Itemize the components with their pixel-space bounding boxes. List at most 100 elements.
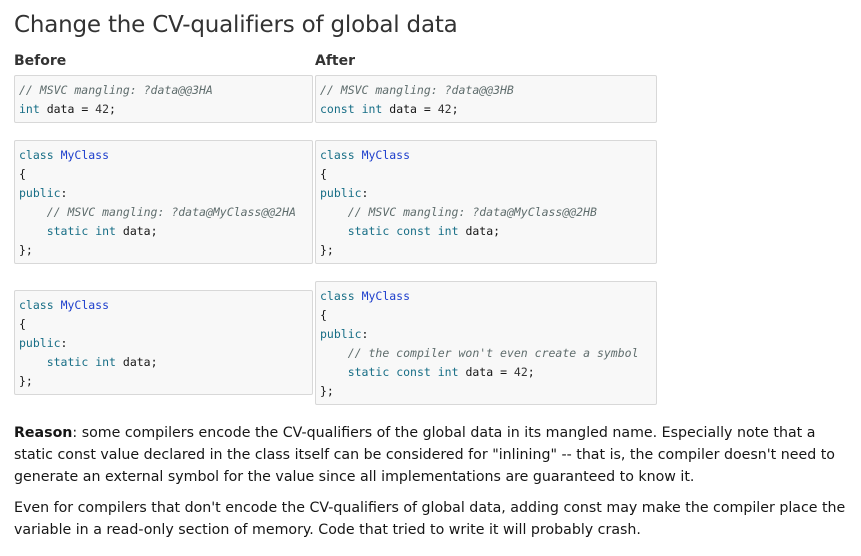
code-token: MyClass bbox=[60, 148, 110, 162]
code-token: }; bbox=[320, 243, 334, 257]
code-line: class MyClass bbox=[19, 296, 308, 315]
code-line: public: bbox=[19, 334, 308, 353]
code-line: { bbox=[19, 315, 308, 334]
code-line: class MyClass bbox=[320, 287, 652, 306]
code-token: { bbox=[320, 167, 327, 181]
code-block-class-inline-after: class MyClass { public: // the compiler wo… bbox=[315, 281, 657, 405]
code-block-class-inline-before: class MyClass { public: static int data;}; bbox=[14, 290, 313, 395]
code-block-class-static-after: class MyClass { public: // MSVC mangling: … bbox=[315, 140, 657, 264]
code-token: // MSVC mangling: ?data@MyClass@@2HB bbox=[347, 205, 597, 219]
code-token: data; bbox=[115, 355, 158, 369]
code-token: data; bbox=[115, 224, 158, 238]
after-column-heading: After bbox=[315, 53, 356, 69]
code-token: class bbox=[19, 148, 54, 162]
code-token: : bbox=[361, 186, 369, 200]
reason-paragraph: Reason: some compilers encode the CV-qua… bbox=[14, 422, 849, 488]
code-token: : bbox=[60, 336, 68, 350]
code-token: static bbox=[46, 355, 89, 369]
reason-text: : some compilers encode the CV-qualifier… bbox=[14, 425, 835, 485]
code-token: int bbox=[19, 102, 40, 116]
code-line: class MyClass bbox=[320, 146, 652, 165]
code-line: public: bbox=[320, 325, 652, 344]
page-title: Change the CV-qualifiers of global data bbox=[14, 12, 458, 38]
reason-label: Reason bbox=[14, 425, 73, 441]
code-line: }; bbox=[19, 372, 308, 391]
code-block-class-static-before: class MyClass { public: // MSVC mangling: … bbox=[14, 140, 313, 264]
code-token: ; bbox=[451, 102, 459, 116]
code-token: class bbox=[320, 289, 355, 303]
code-line: // the compiler won't even create a symb… bbox=[320, 344, 652, 363]
code-line: const int data = 42; bbox=[320, 100, 652, 119]
code-line: int data = 42; bbox=[19, 100, 308, 119]
code-block-global-before: // MSVC mangling: ?data@@3HA int data = 4… bbox=[14, 75, 313, 123]
code-token: const bbox=[396, 365, 431, 379]
code-line: static const int data = 42; bbox=[320, 363, 652, 382]
code-token: ; bbox=[527, 365, 535, 379]
code-token: { bbox=[320, 308, 327, 322]
code-token: }; bbox=[320, 384, 334, 398]
before-column-heading: Before bbox=[14, 53, 67, 69]
code-token: }; bbox=[19, 374, 33, 388]
code-token: // the compiler won't even create a symb… bbox=[347, 346, 639, 360]
code-token: // MSVC mangling: ?data@@3HA bbox=[19, 83, 213, 97]
code-line: static int data; bbox=[19, 353, 308, 372]
code-block-global-after: // MSVC mangling: ?data@@3HB const int da… bbox=[315, 75, 657, 123]
code-line: }; bbox=[320, 241, 652, 260]
code-line: class MyClass bbox=[19, 146, 308, 165]
code-line: // MSVC mangling: ?data@MyClass@@2HA bbox=[19, 203, 308, 222]
code-token: MyClass bbox=[361, 148, 411, 162]
code-token: : bbox=[361, 327, 369, 341]
code-token: static bbox=[347, 365, 390, 379]
code-line: { bbox=[19, 165, 308, 184]
code-line: public: bbox=[19, 184, 308, 203]
code-line: }; bbox=[320, 382, 652, 401]
code-token: data; bbox=[458, 224, 501, 238]
code-line: // MSVC mangling: ?data@@3HB bbox=[320, 81, 652, 100]
code-token: { bbox=[19, 167, 26, 181]
code-token: // MSVC mangling: ?data@MyClass@@2HA bbox=[46, 205, 296, 219]
code-token: : bbox=[60, 186, 68, 200]
code-token: data = bbox=[458, 365, 514, 379]
code-line: { bbox=[320, 306, 652, 325]
code-token: { bbox=[19, 317, 26, 331]
code-line: public: bbox=[320, 184, 652, 203]
code-line: }; bbox=[19, 241, 308, 260]
code-token: ; bbox=[109, 102, 116, 116]
code-token: 42 bbox=[437, 102, 452, 116]
code-token: public bbox=[320, 186, 362, 200]
code-token: 42 bbox=[513, 365, 528, 379]
code-token: }; bbox=[19, 243, 33, 257]
code-token: MyClass bbox=[60, 298, 110, 312]
code-token: class bbox=[19, 298, 54, 312]
code-token: MyClass bbox=[361, 289, 411, 303]
code-token: int bbox=[361, 102, 383, 116]
note-paragraph: Even for compilers that don't encode the… bbox=[14, 500, 846, 538]
code-token: public bbox=[19, 336, 61, 350]
code-token: static bbox=[347, 224, 390, 238]
code-token: const bbox=[396, 224, 431, 238]
code-token: int bbox=[437, 224, 459, 238]
code-line: { bbox=[320, 165, 652, 184]
code-token: 42 bbox=[95, 102, 110, 116]
code-token: int bbox=[437, 365, 459, 379]
code-token: const bbox=[320, 102, 355, 116]
code-token: public bbox=[19, 186, 61, 200]
code-token: public bbox=[320, 327, 362, 341]
code-token: class bbox=[320, 148, 355, 162]
code-token: // MSVC mangling: ?data@@3HB bbox=[320, 83, 514, 97]
code-line: static int data; bbox=[19, 222, 308, 241]
code-line: static const int data; bbox=[320, 222, 652, 241]
code-token: int bbox=[95, 355, 116, 369]
